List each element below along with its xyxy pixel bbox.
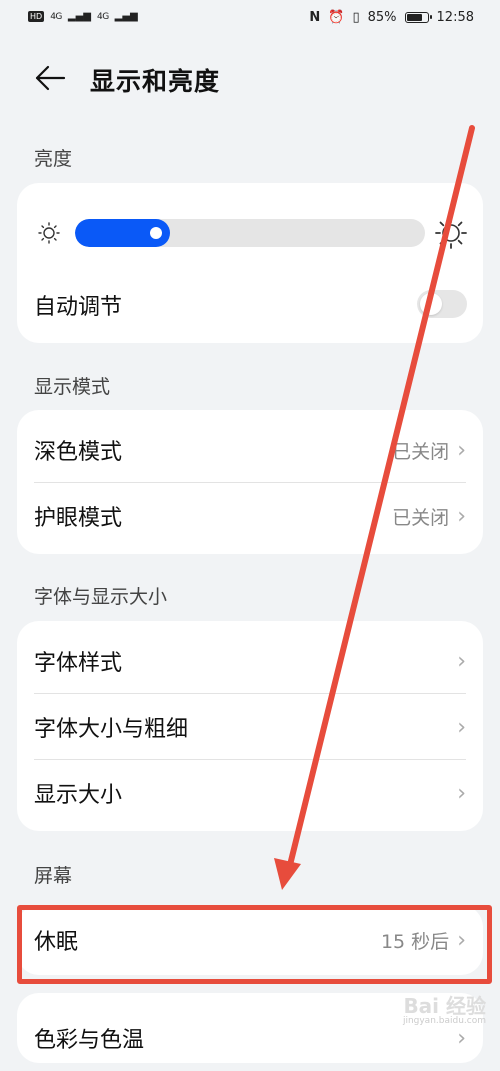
list-item-label: 显示大小 (34, 783, 123, 808)
section-label-font-display: 字体与显示大小 (34, 586, 168, 608)
header: 显示和亮度 (0, 52, 500, 104)
list-item-display-size[interactable]: 显示大小 › (34, 760, 466, 826)
font-display-card: 字体样式 › 字体大小与粗细 › 显示大小 › (17, 621, 483, 831)
list-item-font-size-weight[interactable]: 字体大小与粗细 › (34, 694, 466, 760)
signal-1-icon: 4G (50, 11, 62, 22)
vibrate-icon: ▯ (352, 10, 360, 25)
brightness-slider-thumb[interactable] (150, 227, 162, 239)
nfc-icon: N (309, 10, 321, 25)
chevron-right-icon: › (457, 503, 466, 529)
list-item-color-temperature[interactable]: 色彩与色温 › (34, 1005, 466, 1071)
list-item-font-style[interactable]: 字体样式 › (34, 628, 466, 694)
list-item-label: 深色模式 (34, 440, 123, 465)
back-arrow-icon[interactable] (34, 64, 66, 92)
alarm-icon: ⏰ (328, 10, 345, 25)
list-item-label: 字体大小与粗细 (34, 717, 189, 742)
display-mode-card: 深色模式 已关闭 › 护眼模式 已关闭 › (17, 410, 483, 554)
clock: 12:58 (436, 10, 474, 25)
brightness-slider[interactable] (75, 219, 425, 247)
auto-brightness-toggle[interactable] (417, 290, 467, 318)
brightness-card: 自动调节 (17, 183, 483, 343)
chevron-right-icon: › (457, 714, 466, 740)
page-title: 显示和亮度 (90, 67, 221, 96)
toggle-knob (420, 293, 442, 315)
sun-low-icon (38, 222, 60, 244)
section-label-brightness: 亮度 (34, 148, 73, 170)
battery-icon (404, 12, 432, 23)
list-item-label: 护眼模式 (34, 506, 123, 531)
chevron-right-icon: › (457, 1025, 466, 1051)
section-label-screen: 屏幕 (34, 865, 73, 887)
signal-bars-icon: ▂▄▆ (114, 11, 138, 22)
watermark-url: jingyan.baidu.com (402, 1016, 486, 1026)
list-item-value: 已关闭 (392, 506, 450, 529)
signal-2-icon: 4G (96, 11, 109, 22)
list-item-label: 色彩与色温 (34, 1028, 145, 1053)
list-item-label: 字体样式 (34, 651, 123, 676)
chevron-right-icon: › (457, 437, 466, 463)
annotation-highlight-box (17, 905, 492, 984)
signal-bars-icon: ▂▄▆ (67, 11, 91, 22)
sun-high-icon (435, 217, 467, 249)
battery-percent: 85% (367, 10, 397, 25)
list-item-dark-mode[interactable]: 深色模式 已关闭 › (34, 417, 466, 483)
chevron-right-icon: › (457, 780, 466, 806)
list-item-value: 已关闭 (392, 440, 450, 463)
section-label-display-mode: 显示模式 (34, 376, 111, 398)
hd-badge: HD (28, 11, 45, 22)
status-bar: HD 4G ▂▄▆ 4G ▂▄▆ N ⏰ ▯ 85% 12:58 (0, 0, 500, 38)
auto-brightness-label: 自动调节 (34, 295, 123, 320)
auto-brightness-row: 自动调节 (34, 272, 466, 338)
chevron-right-icon: › (457, 648, 466, 674)
watermark-logo: Bai 经验 (403, 994, 486, 1018)
list-item-eye-comfort[interactable]: 护眼模式 已关闭 › (34, 483, 466, 549)
